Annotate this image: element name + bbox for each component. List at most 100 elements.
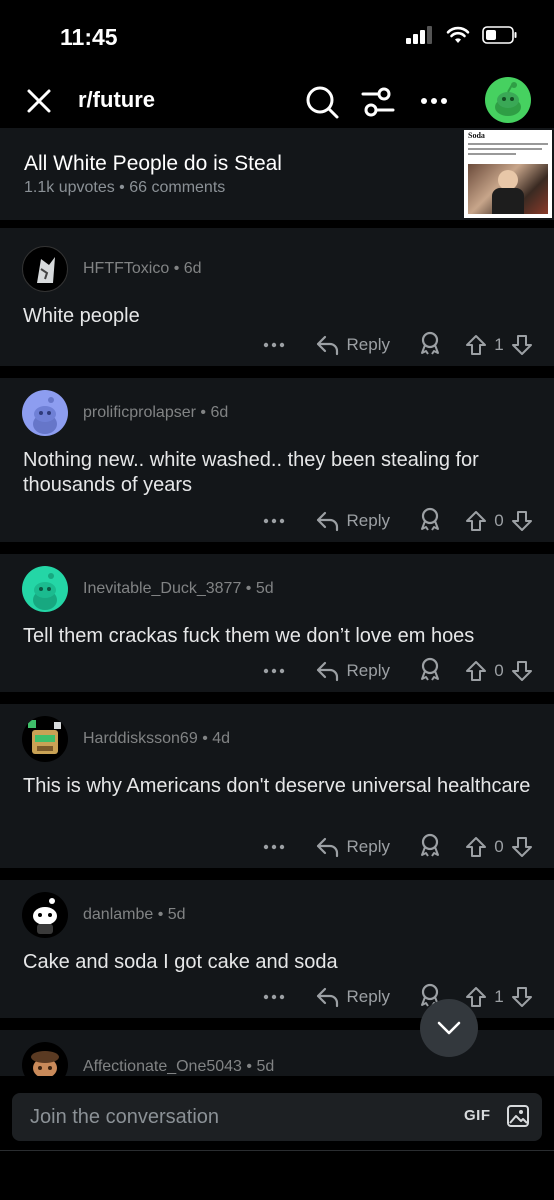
close-button[interactable]: [22, 84, 56, 118]
comment-more-button[interactable]: [259, 994, 289, 1000]
award-icon: [421, 331, 439, 355]
user-avatar[interactable]: [22, 892, 68, 938]
downvote-icon[interactable]: [510, 985, 534, 1009]
user-avatar[interactable]: [22, 1042, 68, 1076]
gif-button[interactable]: GIF: [464, 1107, 491, 1124]
comment-body: Tell them crackas fuck them we don’t lov…: [23, 625, 475, 647]
scroll-down-button[interactable]: [420, 999, 478, 1057]
reply-label: Reply: [346, 837, 390, 856]
image-icon: [507, 1105, 529, 1127]
comment-username[interactable]: Affectionate_One5043: [83, 1058, 242, 1075]
snoo-avatar-icon: [31, 1051, 59, 1076]
vote-count: 0: [494, 837, 504, 856]
comment-input[interactable]: Join the conversation: [30, 1106, 219, 1129]
thumbnail-text-lines: [468, 143, 548, 155]
comment: Harddisksson69 • 4d This is why American…: [0, 704, 554, 868]
award-icon: [421, 657, 439, 681]
award-button[interactable]: [418, 832, 442, 863]
user-avatar[interactable]: [22, 566, 68, 612]
comment-more-button[interactable]: [259, 844, 289, 850]
top-bar: r/future: [0, 72, 554, 128]
downvote-icon[interactable]: [510, 835, 534, 859]
comment-username[interactable]: Harddisksson69: [83, 730, 198, 747]
chevron-down-icon: [437, 1021, 461, 1035]
comment-age: 5d: [167, 906, 186, 923]
user-avatar[interactable]: [22, 246, 68, 292]
comment-more-button[interactable]: [259, 342, 289, 348]
downvote-icon[interactable]: [510, 333, 534, 357]
post-meta: 1.1k upvotes • 66 comments: [24, 179, 226, 196]
image-button[interactable]: [506, 1104, 530, 1128]
comment-input-box[interactable]: Join the conversation GIF: [12, 1093, 542, 1141]
comment-actions: Reply 0: [259, 832, 534, 862]
comment-age: 5d: [256, 1058, 275, 1075]
filter-icon: [361, 87, 395, 117]
filter-button[interactable]: [358, 82, 398, 122]
reply-label: Reply: [346, 511, 390, 530]
more-icon: [263, 994, 284, 1000]
downvote-icon[interactable]: [510, 659, 534, 683]
comment-more-button[interactable]: [259, 518, 289, 524]
comment-username[interactable]: HFTFToxico: [83, 260, 169, 277]
subreddit-name[interactable]: r/future: [78, 87, 155, 113]
vote-count: 0: [494, 661, 504, 680]
upvote-icon[interactable]: [464, 835, 488, 859]
comment-author[interactable]: prolificprolapser • 6d: [83, 404, 228, 422]
more-icon: [421, 98, 447, 104]
reply-button[interactable]: Reply: [315, 510, 390, 532]
reply-arrow-icon: [316, 511, 338, 532]
user-avatar[interactable]: [22, 716, 68, 762]
comment-author[interactable]: Inevitable_Duck_3877 • 5d: [83, 580, 274, 598]
comment-actions: Reply 1: [259, 330, 534, 360]
wifi-icon: [446, 26, 470, 43]
comment: Inevitable_Duck_3877 • 5d Tell them crac…: [0, 554, 554, 692]
reply-button[interactable]: Reply: [315, 334, 390, 356]
reply-button[interactable]: Reply: [315, 986, 390, 1008]
award-button[interactable]: [418, 656, 442, 687]
vote-count: 0: [494, 511, 504, 530]
downvote-icon[interactable]: [510, 509, 534, 533]
comment-author[interactable]: Affectionate_One5043 • 5d: [83, 1058, 274, 1076]
post-thumbnail[interactable]: Soda: [464, 130, 552, 218]
fox-avatar-icon: [37, 257, 55, 283]
upvote-icon[interactable]: [464, 659, 488, 683]
upvote-icon[interactable]: [464, 333, 488, 357]
comment-more-button[interactable]: [259, 668, 289, 674]
status-time: 11:45: [60, 24, 118, 50]
vote-count: 1: [494, 335, 504, 354]
award-button[interactable]: [418, 330, 442, 361]
comment-body: This is why Americans don't deserve univ…: [23, 775, 531, 797]
upvote-icon[interactable]: [464, 509, 488, 533]
reply-button[interactable]: Reply: [315, 836, 390, 858]
reply-button[interactable]: Reply: [315, 660, 390, 682]
award-button[interactable]: [418, 506, 442, 537]
post-header[interactable]: All White People do is Steal 1.1k upvote…: [0, 128, 554, 220]
comment-author[interactable]: danlambe • 5d: [83, 906, 186, 924]
more-options-button[interactable]: [414, 86, 454, 116]
comment-author[interactable]: HFTFToxico • 6d: [83, 260, 202, 278]
comment-username[interactable]: prolificprolapser: [83, 404, 196, 421]
vote-count: 1: [494, 987, 504, 1006]
post-title[interactable]: All White People do is Steal: [24, 152, 282, 176]
snoo-avatar-icon: [33, 397, 57, 434]
reply-label: Reply: [346, 661, 390, 680]
search-button[interactable]: [302, 82, 342, 122]
comment-body: White people: [23, 305, 140, 327]
comment-age: 6d: [210, 404, 229, 421]
comment-author[interactable]: Harddisksson69 • 4d: [83, 730, 230, 748]
comment-actions: Reply 0: [259, 506, 534, 536]
search-icon: [306, 86, 339, 119]
user-avatar-button[interactable]: [484, 76, 532, 124]
more-icon: [263, 668, 284, 674]
signal-icon: [406, 26, 432, 44]
comments-feed[interactable]: HFTFToxico • 6d White people Reply 1 pro…: [0, 220, 554, 1076]
award-icon: [421, 833, 439, 857]
user-avatar[interactable]: [22, 390, 68, 436]
more-icon: [263, 518, 284, 524]
close-icon: [27, 89, 51, 113]
comment-username[interactable]: danlambe: [83, 906, 153, 923]
comment-actions: Reply 0: [259, 656, 534, 686]
comment-username[interactable]: Inevitable_Duck_3877: [83, 580, 241, 597]
vote-control: 1: [464, 333, 534, 357]
vote-control: 0: [464, 509, 534, 533]
